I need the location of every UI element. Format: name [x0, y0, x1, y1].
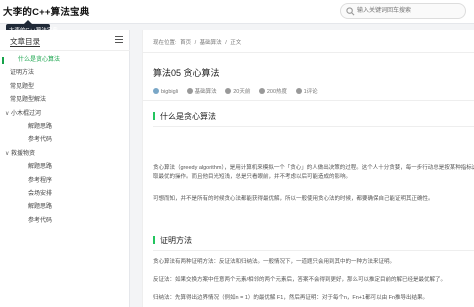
search-box[interactable] [340, 3, 466, 19]
heading-divider [153, 126, 474, 127]
category[interactable]: 基础算法 [186, 87, 217, 95]
toc-item[interactable]: 解题思路 [0, 121, 130, 134]
search-input[interactable] [357, 5, 463, 17]
breadcrumb-divider [143, 52, 474, 53]
comments[interactable]: 1评论 [295, 87, 318, 95]
toc-item[interactable]: 常见题型 [0, 81, 130, 94]
author[interactable]: bigbigli [153, 88, 178, 95]
comment-icon [295, 88, 302, 94]
clock-icon [225, 88, 232, 94]
toc-item[interactable]: 常见题型解法 [0, 94, 130, 107]
views-text: 200热度 [266, 89, 288, 95]
fire-icon [258, 88, 265, 94]
paragraph: 取最优的操作。而且他目光短浅，总是只看眼前，并不考虑以后可能造成的影响。 [153, 174, 352, 180]
toc-list: 什么是贪心算法 证明方法 常见题型 常见题型解法 ∨ 小木棍过河 解题思路 参考代码 ∨ 救援物资… [0, 54, 130, 228]
date: 20天前 [225, 87, 250, 95]
toc-item-label: 救援物资 [11, 150, 36, 157]
avatar [153, 88, 159, 94]
date-text: 20天前 [233, 89, 251, 95]
toc-item[interactable]: 证明方法 [0, 67, 130, 80]
toc-item-label: 会场安排 [28, 190, 53, 197]
breadcrumb-separator: / [225, 40, 227, 46]
comments-text: 1评论 [303, 89, 318, 95]
paragraph: 归纳法：先算得出边界情况（例如n = 1）的最优解 F1，然后再证明：对于每个n… [153, 295, 429, 301]
toc-item[interactable]: 参考程序 [0, 175, 130, 188]
search-icon [346, 7, 355, 16]
toc-item[interactable]: ∨ 救援物资 [0, 148, 130, 161]
site-title[interactable]: 大李的C++算法宝典 [3, 4, 89, 18]
toc-item-label: 参考代码 [28, 217, 53, 224]
toc-item[interactable]: 什么是贪心算法 [0, 54, 130, 67]
toc-item-label: 参考代码 [28, 137, 53, 144]
toc-item-label: 常见题型 [10, 83, 35, 90]
article-main: 现在位置: 首页 / 基础算法 / 正文 算法05 贪心算法 bigbigli … [142, 30, 474, 307]
heading-accent-bar [153, 112, 155, 120]
toc-item-label: 解题思路 [28, 123, 53, 130]
toc-item-label: 什么是贪心算法 [18, 57, 61, 63]
breadcrumb: 现在位置: 首页 / 基础算法 / 正文 [153, 38, 243, 46]
paragraph: 贪心算法（greedy algorithm），是用计算机来模拟一个「贪心」的人做… [153, 165, 474, 171]
toc-item-label: 常见题型解法 [10, 97, 47, 104]
paragraph: 可想而知，并不是所有的时候贪心法都能获得最优解，所以一般使用贪心法的时候，都要确… [153, 196, 434, 202]
toc-item[interactable]: ∨ 小木棍过河 [0, 108, 130, 121]
breadcrumb-category-link[interactable]: 基础算法 [200, 40, 222, 46]
section-heading: 证明方法 [153, 235, 192, 246]
section-heading: 什么是贪心算法 [153, 111, 216, 122]
toc-item[interactable]: 参考代码 [0, 215, 130, 228]
breadcrumb-separator: / [194, 40, 197, 46]
toc-item[interactable]: 参考代码 [0, 134, 130, 147]
toc-item[interactable]: 解题思路 [0, 201, 130, 214]
section-heading-text: 证明方法 [160, 236, 192, 245]
toc-sidebar: 文章目录 什么是贪心算法 证明方法 常见题型 常见题型解法 ∨ 小木棍过河 解题思路 参考代码… [0, 30, 130, 307]
heading-accent-bar [153, 236, 155, 244]
breadcrumb-home-link[interactable]: 首页 [180, 40, 191, 46]
meta-divider [143, 100, 474, 101]
paragraph: 贪心算法有两种证明方法：反证法和归纳法。一般情况下，一道题只会用到其中的一种方法… [153, 259, 396, 265]
article-meta: bigbigli 基础算法 20天前 200热度 1评论 [153, 87, 325, 95]
toc-title-underline [10, 46, 40, 47]
views: 200热度 [258, 87, 288, 95]
author-name: bigbigli [161, 89, 179, 95]
toc-item-label: 小木棍过河 [11, 110, 42, 117]
toc-item[interactable]: 解题思路 [0, 161, 130, 174]
section-heading-text: 什么是贪心算法 [160, 112, 216, 121]
heading-divider [153, 250, 474, 251]
toc-item-label: 证明方法 [10, 70, 35, 77]
top-header: 大李的C++算法宝典 [0, 0, 474, 24]
menu-icon[interactable] [115, 36, 123, 43]
toc-item-label: 参考程序 [28, 177, 53, 184]
toc-item-label: 解题思路 [28, 204, 53, 211]
breadcrumb-prefix: 现在位置: [153, 40, 177, 46]
category-name: 基础算法 [194, 89, 217, 95]
folder-icon [186, 88, 193, 94]
breadcrumb-current: 正文 [230, 40, 242, 46]
paragraph: 反证法：如果交换方案中任意两个元素/相邻的两个元素后，答案不会得到更好，那么可以… [153, 277, 447, 283]
toc-divider [0, 50, 130, 51]
toc-item-label: 解题思路 [28, 164, 53, 171]
article-title: 算法05 贪心算法 [153, 68, 220, 78]
toc-item[interactable]: 会场安排 [0, 188, 130, 201]
